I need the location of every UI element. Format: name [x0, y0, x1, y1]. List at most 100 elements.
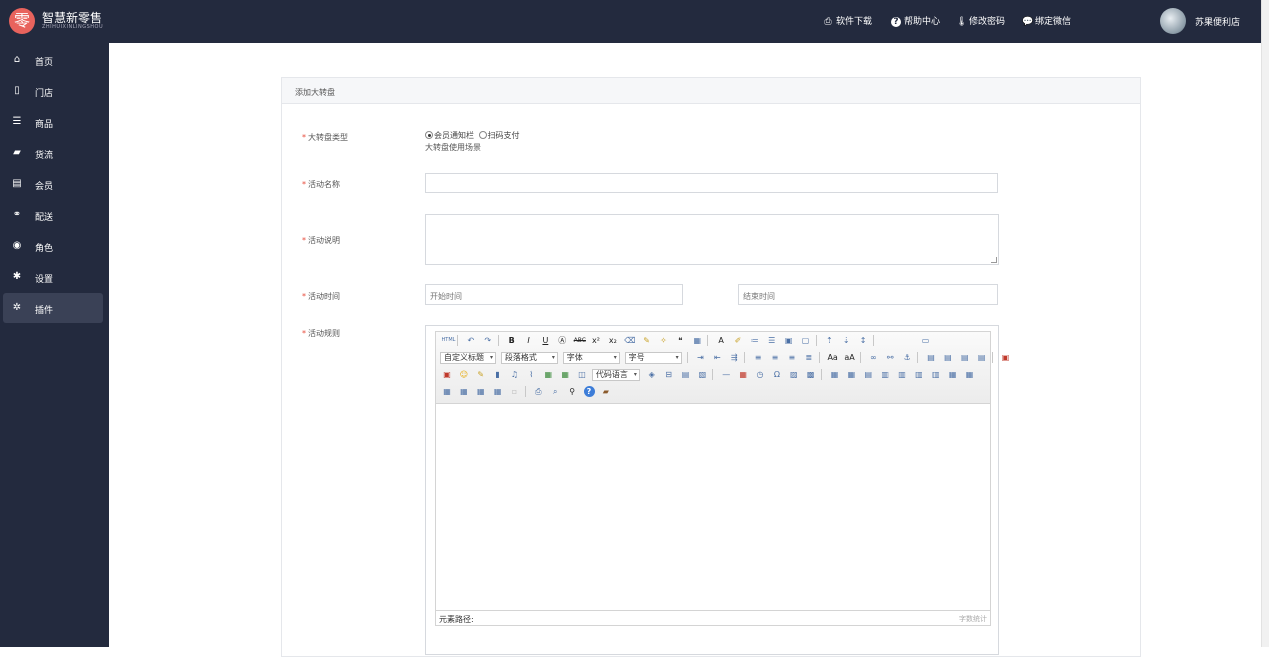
html-source-icon[interactable]: HTML	[442, 335, 456, 346]
bold-icon[interactable]: B	[506, 335, 517, 346]
sidebar-item-products[interactable]: ☰ 商品	[3, 107, 103, 137]
scrawl-icon[interactable]: ✎	[475, 369, 486, 380]
special-chars-icon[interactable]: Ω	[771, 369, 782, 380]
horizontal-rule-icon[interactable]: —	[721, 369, 732, 380]
blockquote-icon[interactable]: ❝	[675, 335, 686, 346]
select-all-icon[interactable]: ▣	[783, 335, 794, 346]
insert-col-icon[interactable]: ▥	[913, 369, 924, 380]
underline-icon[interactable]: U	[540, 335, 551, 346]
date-icon[interactable]: ▦	[738, 369, 749, 380]
gmap-icon[interactable]: ▦	[560, 369, 571, 380]
time-icon[interactable]: ◷	[755, 369, 766, 380]
delete-row-icon[interactable]: ▥	[897, 369, 908, 380]
superscript-icon[interactable]: x²	[591, 335, 602, 346]
sidebar-item-store[interactable]: ▯ 门店	[3, 76, 103, 106]
snapscreen-icon[interactable]: ▩	[805, 369, 816, 380]
insert-image-icon[interactable]: ▣	[442, 369, 453, 380]
auto-format-icon[interactable]: ✧	[658, 335, 669, 346]
sidebar-item-logistics[interactable]: ▰ 货流	[3, 138, 103, 168]
justify-icon[interactable]: ≣	[803, 352, 814, 363]
split-rows-icon[interactable]: ▦	[475, 386, 486, 397]
map-icon[interactable]: ▦	[543, 369, 554, 380]
insert-frame-icon[interactable]: ◫	[577, 369, 588, 380]
print-icon[interactable]: ⎙	[533, 386, 544, 397]
simple-upload-icon[interactable]: ▣	[1000, 352, 1011, 363]
line-height-icon[interactable]: ↕	[858, 335, 869, 346]
wordimage-icon[interactable]: ▨	[788, 369, 799, 380]
split-cols-icon[interactable]: ▦	[492, 386, 503, 397]
avatar[interactable]	[1160, 8, 1186, 34]
sidebar-item-settings[interactable]: ✱ 设置	[3, 262, 103, 292]
font-border-icon[interactable]: Ⓐ	[557, 335, 568, 346]
row-spacing-bottom-icon[interactable]: ⇣	[841, 335, 852, 346]
radio-unchecked-icon[interactable]	[478, 131, 487, 139]
search-replace-icon[interactable]: ⚲	[567, 386, 578, 397]
end-time-input[interactable]: 结束时间	[738, 284, 998, 305]
ordered-list-icon[interactable]: ≔	[749, 335, 760, 346]
align-left-icon[interactable]: ≡	[753, 352, 764, 363]
paragraph-select[interactable]: 段落格式 ▾	[500, 351, 558, 364]
anchor-icon[interactable]: ⚓	[902, 352, 913, 363]
vertical-scrollbar[interactable]	[1261, 0, 1269, 647]
row-spacing-top-icon[interactable]: ⇡	[824, 335, 835, 346]
unlink-icon[interactable]: ⚯	[885, 352, 896, 363]
insert-code-icon[interactable]: ◈	[646, 369, 657, 380]
indent-icon[interactable]: ⇶	[729, 352, 740, 363]
sidebar-item-plugins[interactable]: ✲ 插件	[3, 293, 103, 323]
ltr-icon[interactable]: ⇥	[695, 352, 706, 363]
sidebar-item-members[interactable]: ▤ 会员	[3, 169, 103, 199]
insert-paragraph-before-table-icon[interactable]: ▤	[863, 369, 874, 380]
undo-icon[interactable]: ↶	[465, 335, 476, 346]
sidebar-item-delivery[interactable]: ⚭ 配送	[3, 200, 103, 230]
insert-row-icon[interactable]: ▥	[880, 369, 891, 380]
font-color-icon[interactable]: A	[716, 335, 727, 346]
rtl-icon[interactable]: ⇤	[712, 352, 723, 363]
resize-grip-icon[interactable]	[991, 257, 997, 263]
paste-text-icon[interactable]: ▦	[692, 335, 703, 346]
drafts-icon[interactable]: ▰	[600, 386, 611, 397]
strikethrough-icon[interactable]: ABC	[574, 335, 586, 346]
delete-col-icon[interactable]: ▥	[930, 369, 941, 380]
format-brush-icon[interactable]: ✎	[641, 335, 652, 346]
heading-select[interactable]: 自定义标题 ▾	[440, 351, 496, 364]
redo-icon[interactable]: ↷	[482, 335, 493, 346]
image-right-icon[interactable]: ▤	[959, 352, 970, 363]
attachment-icon[interactable]: ⌇	[526, 369, 537, 380]
music-icon[interactable]: ♫	[509, 369, 520, 380]
split-cells-icon[interactable]: ▦	[458, 386, 469, 397]
link-icon[interactable]: ∞	[868, 352, 879, 363]
merge-right-icon[interactable]: ▦	[964, 369, 975, 380]
change-password-link[interactable]: 🌡 修改密码	[956, 14, 1005, 27]
software-download-link[interactable]: ⎙ 软件下载	[823, 14, 872, 27]
align-right-icon[interactable]: ≡	[786, 352, 797, 363]
activity-name-input[interactable]	[425, 173, 998, 193]
merge-down-icon[interactable]: ▦	[442, 386, 453, 397]
template-icon[interactable]: ▤	[680, 369, 691, 380]
radio-member-notice[interactable]: 会员通知栏	[425, 131, 474, 140]
brand-logo[interactable]: 零	[9, 8, 35, 34]
bind-wechat-link[interactable]: 💬 绑定微信	[1022, 14, 1071, 27]
help-center-link[interactable]: ? 帮助中心	[891, 14, 940, 27]
store-name[interactable]: 苏果便利店	[1195, 15, 1240, 28]
chart-icon[interactable]: ▫	[509, 386, 520, 397]
radio-scan-pay[interactable]: 扫码支付	[478, 131, 520, 140]
unordered-list-icon[interactable]: ☰	[766, 335, 777, 346]
preview-icon[interactable]: ⌕	[550, 386, 561, 397]
emotion-icon[interactable]: ☺	[458, 369, 469, 380]
merge-cells-icon[interactable]: ▦	[947, 369, 958, 380]
sidebar-item-home[interactable]: ⌂ 首页	[3, 45, 103, 75]
highlight-icon[interactable]: ✐	[733, 335, 744, 346]
align-center-icon[interactable]: ≡	[770, 352, 781, 363]
image-none-icon[interactable]: ▤	[926, 352, 937, 363]
activity-desc-textarea[interactable]	[425, 214, 999, 265]
image-left-icon[interactable]: ▤	[942, 352, 953, 363]
editor-content-area[interactable]	[435, 404, 991, 610]
clear-doc-icon[interactable]: ▢	[800, 335, 811, 346]
code-language-select[interactable]: 代码语言 ▾	[591, 368, 640, 381]
italic-icon[interactable]: I	[523, 335, 534, 346]
insert-video-icon[interactable]: ▮	[492, 369, 503, 380]
image-center-icon[interactable]: ▤	[976, 352, 987, 363]
to-lowercase-icon[interactable]: aA	[844, 352, 855, 363]
help-icon[interactable]: ?	[583, 386, 595, 397]
page-break-icon[interactable]: ⊟	[663, 369, 674, 380]
